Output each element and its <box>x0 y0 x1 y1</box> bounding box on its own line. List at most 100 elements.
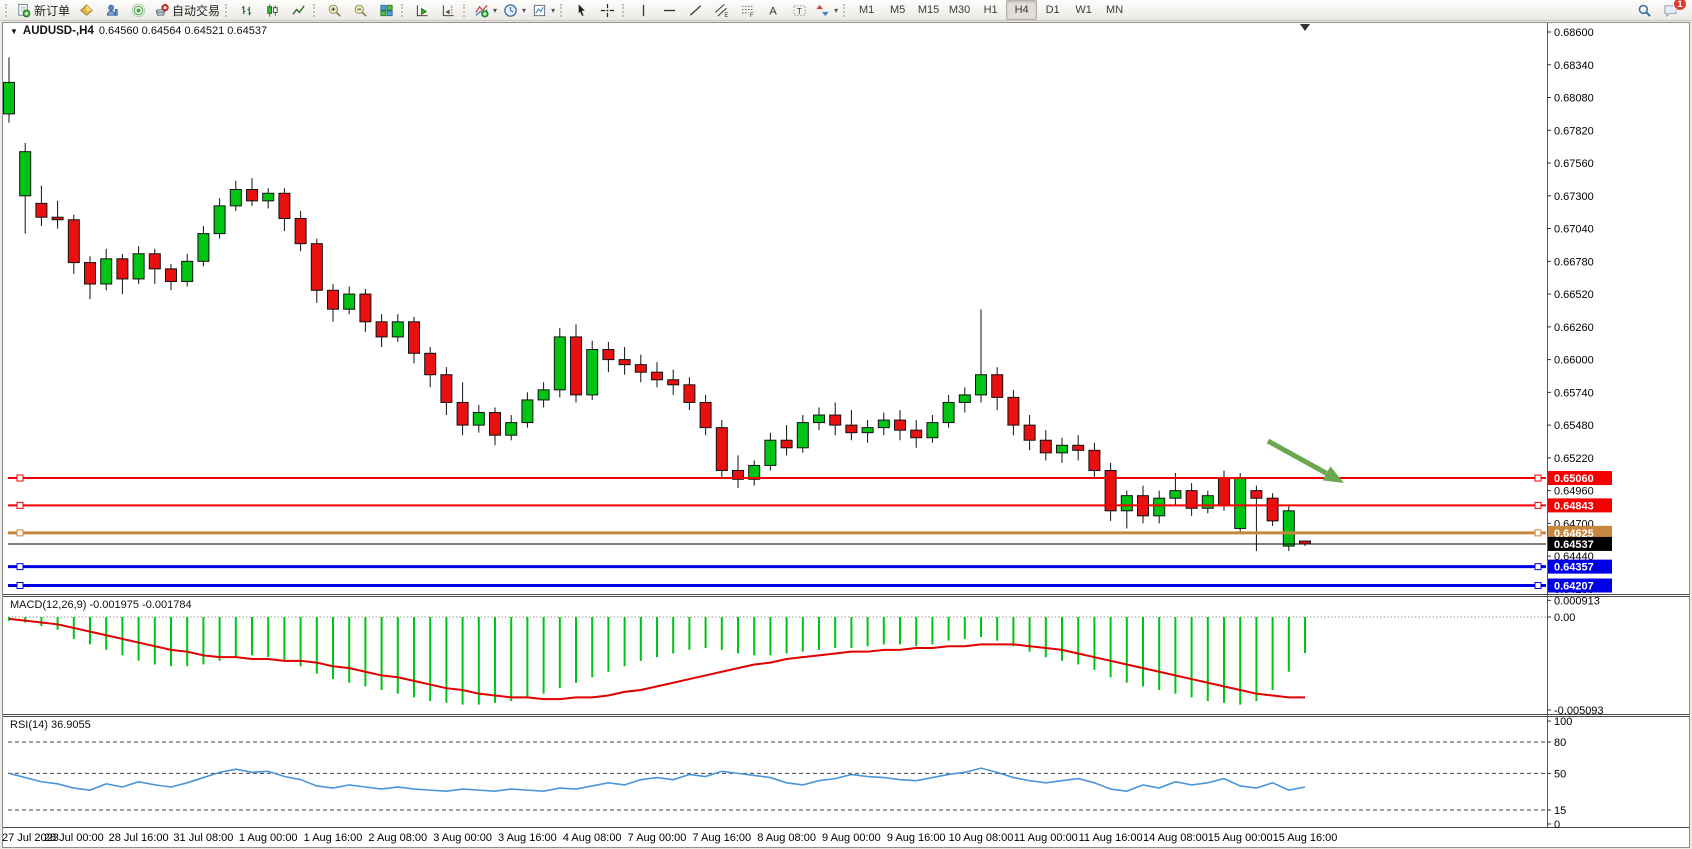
svg-text:0.67560: 0.67560 <box>1554 158 1594 170</box>
tile-windows-button[interactable] <box>373 0 399 20</box>
svg-text:15 Aug 16:00: 15 Aug 16:00 <box>1273 832 1338 844</box>
auto-scroll-button[interactable] <box>409 0 435 20</box>
timeframe-M1[interactable]: M1 <box>851 0 882 20</box>
search-icon <box>1637 3 1652 18</box>
indicators-button[interactable]: ▾ <box>471 0 500 20</box>
chart-symbol-label: AUDUSD-,H4 <box>23 25 94 37</box>
timeframe-M30[interactable]: M30 <box>944 0 975 20</box>
bar-chart-button[interactable] <box>233 0 259 20</box>
toolbar-group-separator <box>843 4 847 17</box>
time-axis[interactable]: 27 Jul 202328 Jul 00:0028 Jul 16:0031 Ju… <box>2 832 1337 844</box>
timeframe-D1[interactable]: D1 <box>1037 0 1068 20</box>
autotrade-button[interactable]: 自动交易 <box>151 0 223 20</box>
auto-scroll-icon <box>415 3 430 18</box>
search-button[interactable] <box>1631 0 1657 20</box>
equidistant-channel-button[interactable]: E <box>708 0 734 20</box>
timeframe-M15[interactable]: M15 <box>913 0 944 20</box>
chat-button[interactable]: 1 <box>1657 0 1683 20</box>
svg-text:A: A <box>769 5 777 17</box>
signal-icon <box>131 3 146 18</box>
new-order-icon <box>16 3 31 18</box>
timeframe-bar: M1M5M15M30H1H4D1W1MN <box>851 0 1130 20</box>
svg-text:28 Jul 00:00: 28 Jul 00:00 <box>44 832 104 844</box>
crosshair-icon <box>600 3 615 18</box>
line-handle[interactable] <box>17 583 23 589</box>
line-handle[interactable] <box>1535 530 1541 536</box>
text-icon: A <box>766 3 781 18</box>
text-label-button[interactable]: T <box>786 0 812 20</box>
trendline-button[interactable] <box>682 0 708 20</box>
timeframe-H4[interactable]: H4 <box>1006 0 1037 20</box>
svg-text:15 Aug 00:00: 15 Aug 00:00 <box>1208 832 1273 844</box>
svg-text:28 Jul 16:00: 28 Jul 16:00 <box>109 832 169 844</box>
line-handle[interactable] <box>1535 502 1541 508</box>
templates-button[interactable]: ▾ <box>529 0 558 20</box>
text-button[interactable]: A <box>760 0 786 20</box>
indicators-icon <box>474 3 489 18</box>
arrow-objects-icon <box>815 3 830 18</box>
line-handle[interactable] <box>17 564 23 570</box>
macd-indicator-label: MACD(12,26,9) -0.001975 -0.001784 <box>10 599 192 611</box>
chart-shift-button[interactable] <box>435 0 461 20</box>
zoom-out-button[interactable] <box>347 0 373 20</box>
line-handle[interactable] <box>1535 564 1541 570</box>
svg-text:0.64843: 0.64843 <box>1554 500 1594 512</box>
svg-text:0.64537: 0.64537 <box>1554 539 1594 551</box>
timeframe-MN[interactable]: MN <box>1099 0 1130 20</box>
svg-text:1 Aug 16:00: 1 Aug 16:00 <box>304 832 363 844</box>
svg-text:0.65480: 0.65480 <box>1554 420 1594 432</box>
svg-text:3 Aug 16:00: 3 Aug 16:00 <box>498 832 557 844</box>
signal-button[interactable] <box>125 0 151 20</box>
toolbar-drag-handle <box>5 4 9 17</box>
autotrade-icon <box>154 3 169 18</box>
line-chart-button[interactable] <box>285 0 311 20</box>
cursor-button[interactable] <box>568 0 594 20</box>
periods-clock-icon <box>503 3 518 18</box>
horizontal-line-button[interactable] <box>656 0 682 20</box>
fibonacci-button[interactable]: F <box>734 0 760 20</box>
new-order-button[interactable]: 新订单 <box>13 0 73 20</box>
text-label-icon: T <box>792 3 807 18</box>
bar-chart-icon <box>239 3 254 18</box>
main-toolbar: 新订单 自动交易 ▾ ▾ <box>0 0 1692 21</box>
line-handle[interactable] <box>1535 583 1541 589</box>
zoom-in-button[interactable] <box>321 0 347 20</box>
candle-chart-button[interactable] <box>259 0 285 20</box>
line-handle[interactable] <box>17 475 23 481</box>
timeframe-M5[interactable]: M5 <box>882 0 913 20</box>
svg-text:0.00: 0.00 <box>1554 612 1575 624</box>
market-profile-button[interactable] <box>99 0 125 20</box>
crosshair-button[interactable] <box>594 0 620 20</box>
svg-text:7 Aug 00:00: 7 Aug 00:00 <box>628 832 687 844</box>
svg-text:9 Aug 16:00: 9 Aug 16:00 <box>887 832 946 844</box>
periods-button[interactable]: ▾ <box>500 0 529 20</box>
templates-icon <box>532 3 547 18</box>
timeframe-W1[interactable]: W1 <box>1068 0 1099 20</box>
line-handle[interactable] <box>17 502 23 508</box>
svg-text:0.65740: 0.65740 <box>1554 387 1594 399</box>
toolbar-group-separator <box>560 4 564 17</box>
chart-canvas[interactable]: 0.686000.683400.680800.678200.675600.673… <box>0 0 1692 849</box>
arrow-objects-button[interactable]: ▾ <box>812 0 841 20</box>
toolbar-group-separator <box>463 4 467 17</box>
line-handle[interactable] <box>1535 475 1541 481</box>
fibonacci-icon: F <box>740 3 755 18</box>
svg-text:0.66780: 0.66780 <box>1554 256 1594 268</box>
title-dropdown-triangle[interactable]: ▼ <box>10 27 18 36</box>
zoom-in-icon <box>327 3 342 18</box>
rsi-indicator-label: RSI(14) 36.9055 <box>10 719 91 731</box>
svg-text:0.66520: 0.66520 <box>1554 289 1594 301</box>
svg-text:1 Aug 00:00: 1 Aug 00:00 <box>239 832 298 844</box>
svg-text:0.64960: 0.64960 <box>1554 486 1594 498</box>
gold-cube-button[interactable] <box>73 0 99 20</box>
line-handle[interactable] <box>17 530 23 536</box>
svg-text:0.65220: 0.65220 <box>1554 453 1594 465</box>
toolbar-group-separator <box>622 4 626 17</box>
vertical-line-icon <box>636 3 651 18</box>
svg-text:0.66000: 0.66000 <box>1554 355 1594 367</box>
cursor-icon <box>574 3 589 18</box>
timeframe-H1[interactable]: H1 <box>975 0 1006 20</box>
svg-text:0.66260: 0.66260 <box>1554 322 1594 334</box>
svg-text:0.67820: 0.67820 <box>1554 125 1594 137</box>
vertical-line-button[interactable] <box>630 0 656 20</box>
